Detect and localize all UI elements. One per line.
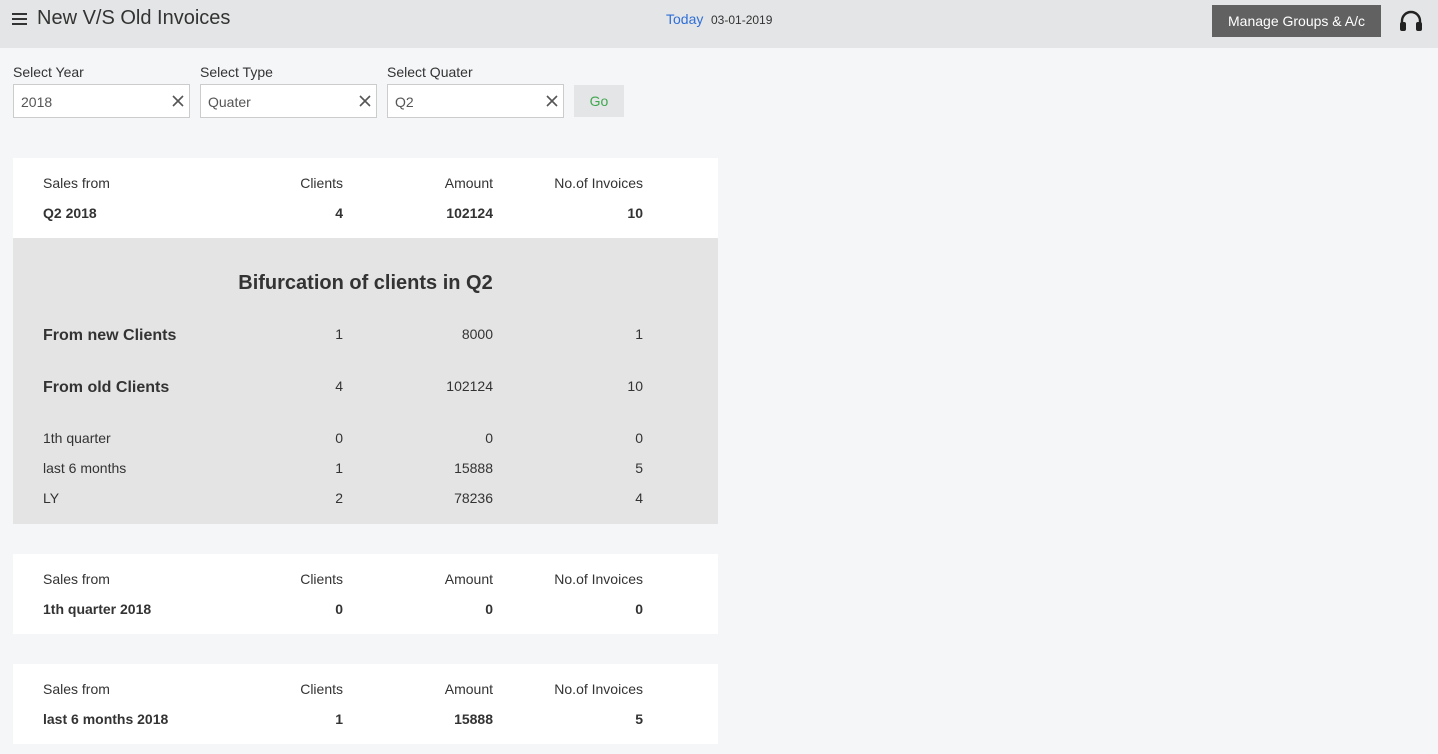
type-filter: Select Type Quater [200,64,377,118]
summary-value-row: last 6 months 2018 1 15888 5 [13,711,718,731]
type-select[interactable]: Quater [200,84,377,118]
invoices-value: 0 [635,601,643,617]
table-row: From old Clients 4 102124 10 [13,378,718,398]
row-label: 1th quarter [43,430,111,446]
row-amount: 15888 [454,460,493,476]
sales-from-header: Sales from [43,571,110,587]
row-invoices: 10 [627,378,643,394]
row-clients: 1 [335,460,343,476]
clients-value: 0 [335,601,343,617]
row-invoices: 1 [635,326,643,342]
type-label: Select Type [200,64,273,80]
year-value: 2018 [21,94,53,110]
type-value: Quater [208,94,251,110]
invoices-header: No.of Invoices [554,175,643,191]
row-invoices: 0 [635,430,643,446]
invoices-header: No.of Invoices [554,681,643,697]
summary-card-6-months: Sales from Clients Amount No.of Invoices… [13,664,718,744]
clients-value: 4 [335,205,343,221]
headset-icon[interactable] [1398,10,1424,34]
top-bar: New V/S Old Invoices Today 03-01-2019 Ma… [0,0,1438,48]
row-label: From new Clients [43,327,177,344]
summary-value-row: 1th quarter 2018 0 0 0 [13,601,718,621]
row-clients: 1 [335,326,343,342]
clients-value: 1 [335,711,343,727]
period-value: 1th quarter 2018 [43,601,152,617]
quarter-filter: Select Quater Q2 [387,64,564,118]
today-label: Today [666,11,704,27]
period-value: last 6 months 2018 [43,711,169,727]
today-date: 03-01-2019 [711,13,773,27]
invoices-header: No.of Invoices [554,571,643,587]
summary-value-row: Q2 2018 4 102124 10 [13,205,718,225]
row-amount: 0 [485,430,493,446]
invoices-value: 5 [635,711,643,727]
hamburger-menu-icon[interactable] [12,13,27,27]
row-label: LY [43,490,60,506]
table-row: last 6 months 1 15888 5 [13,460,718,480]
quarter-label: Select Quater [387,64,473,80]
bifurcation-panel: Bifurcation of clients in Q2 From new Cl… [13,238,718,524]
row-clients: 4 [335,378,343,394]
year-filter: Select Year 2018 [13,64,190,118]
quarter-select[interactable]: Q2 [387,84,564,118]
amount-value: 102124 [446,205,493,221]
summary-card-q1: Sales from Clients Amount No.of Invoices… [13,554,718,634]
summary-card-q2: Sales from Clients Amount No.of Invoices… [13,158,718,238]
table-row: 1th quarter 0 0 0 [13,430,718,450]
period-value: Q2 2018 [43,205,97,221]
row-label: last 6 months [43,460,127,476]
sales-from-header: Sales from [43,681,110,697]
invoices-value: 10 [627,205,643,221]
row-amount: 8000 [461,326,493,342]
row-amount: 102124 [446,378,493,394]
table-row: LY 2 78236 4 [13,490,718,510]
row-invoices: 5 [635,460,643,476]
bifurcation-title: Bifurcation of clients in Q2 [238,272,493,294]
manage-groups-button[interactable]: Manage Groups & A/c [1212,5,1381,37]
amount-value: 15888 [454,711,493,727]
amount-header: Amount [444,681,493,697]
page-title: New V/S Old Invoices [37,7,231,29]
summary-header-row: Sales from Clients Amount No.of Invoices [13,571,718,591]
row-clients: 2 [335,490,343,506]
row-amount: 78236 [454,490,493,506]
amount-header: Amount [444,175,493,191]
close-icon[interactable] [171,94,185,108]
year-label: Select Year [13,64,84,80]
summary-header-row: Sales from Clients Amount No.of Invoices [13,681,718,701]
close-icon[interactable] [545,94,559,108]
summary-header-row: Sales from Clients Amount No.of Invoices [13,175,718,195]
row-label: From old Clients [43,379,170,396]
clients-header: Clients [300,175,343,191]
amount-value: 0 [485,601,493,617]
year-select[interactable]: 2018 [13,84,190,118]
sales-from-header: Sales from [43,175,110,191]
quarter-value: Q2 [395,94,414,110]
amount-header: Amount [444,571,493,587]
row-clients: 0 [335,430,343,446]
go-button[interactable]: Go [574,85,624,117]
row-invoices: 4 [635,490,643,506]
clients-header: Clients [300,681,343,697]
close-icon[interactable] [358,94,372,108]
table-row: From new Clients 1 8000 1 [13,326,718,346]
clients-header: Clients [300,571,343,587]
